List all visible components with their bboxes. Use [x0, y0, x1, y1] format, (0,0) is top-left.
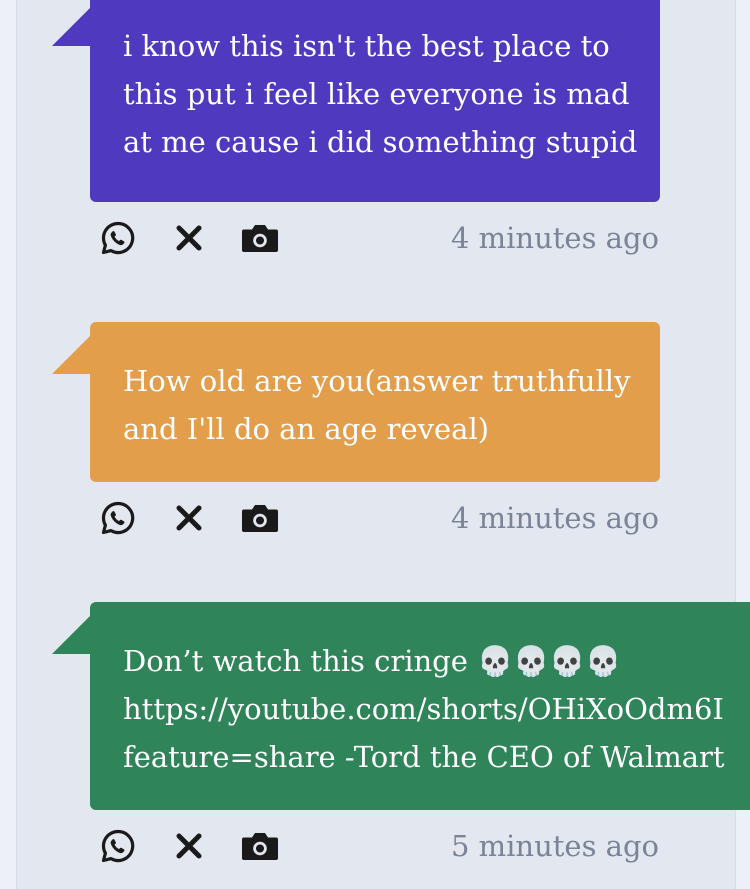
message-card-1: i know this isn't the best place to this… [0, 0, 750, 280]
x-share-button[interactable] [169, 218, 209, 258]
share-actions [98, 498, 311, 538]
whatsapp-share-button[interactable] [98, 218, 138, 258]
whatsapp-icon [100, 500, 136, 536]
message-timestamp: 5 minutes ago [450, 829, 659, 863]
share-actions [98, 218, 311, 258]
message-bubble: How old are you(answer truthfully and I'… [90, 322, 660, 482]
message-bubble: Don’t watch this cringe 💀💀💀💀 https://you… [90, 602, 750, 810]
whatsapp-icon [100, 220, 136, 256]
message-card-3: Don’t watch this cringe 💀💀💀💀 https://you… [0, 602, 750, 889]
camera-icon [241, 830, 279, 862]
bubble-tail [52, 334, 92, 374]
whatsapp-icon [100, 828, 136, 864]
x-icon [174, 503, 204, 533]
whatsapp-share-button[interactable] [98, 826, 138, 866]
camera-icon [241, 222, 279, 254]
screenshot-button[interactable] [240, 826, 280, 866]
message-bubble: i know this isn't the best place to this… [90, 0, 660, 202]
x-icon [174, 831, 204, 861]
x-share-button[interactable] [169, 826, 209, 866]
screenshot-button[interactable] [240, 218, 280, 258]
message-timestamp: 4 minutes ago [450, 501, 659, 535]
message-card-2: How old are you(answer truthfully and I'… [0, 322, 750, 562]
camera-icon [241, 502, 279, 534]
whatsapp-share-button[interactable] [98, 498, 138, 538]
x-icon [174, 223, 204, 253]
x-share-button[interactable] [169, 498, 209, 538]
screenshot-button[interactable] [240, 498, 280, 538]
share-actions [98, 826, 311, 866]
bubble-tail [52, 614, 92, 654]
bubble-tail [52, 6, 92, 46]
message-timestamp: 4 minutes ago [450, 221, 659, 255]
